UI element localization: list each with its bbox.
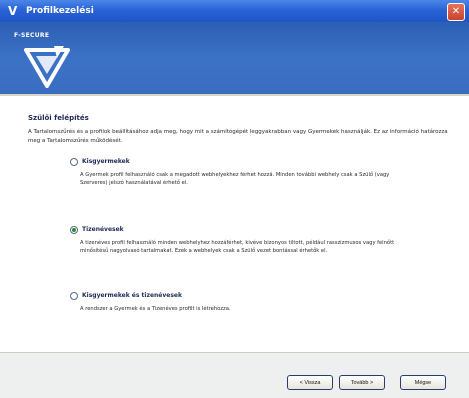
title-bar: V Profilkezelési ✕ — [0, 0, 469, 22]
back-button[interactable]: < Vissza — [287, 375, 333, 390]
option-label: Tizenévesek — [82, 226, 124, 233]
window-title: Profilkezelési — [26, 6, 94, 16]
intro-text: A Tartalomszűrés és a profilok beállítás… — [28, 129, 448, 144]
brand-logo-text: F-SECURE — [14, 32, 50, 39]
button-bar: < Vissza Tovább > Mégse — [0, 353, 469, 398]
setup-window: V Profilkezelési ✕ F-SECURE Szülői felép… — [0, 0, 469, 398]
close-button[interactable]: ✕ — [447, 3, 465, 21]
v-shield-logo-icon — [24, 46, 70, 88]
wizard-content: Szülői felépítés A Tartalomszűrés és a p… — [0, 96, 469, 352]
v-logo-icon: V — [8, 4, 18, 18]
option-label: Kisgyermekek és tizenévesek — [82, 292, 182, 299]
radio-kids-and-teens[interactable] — [70, 292, 78, 300]
radio-teens[interactable] — [70, 226, 78, 234]
page-heading: Szülői felépítés — [28, 114, 89, 122]
header-banner: F-SECURE — [0, 22, 469, 94]
radio-kids[interactable] — [70, 158, 78, 166]
next-button[interactable]: Tovább > — [339, 375, 385, 390]
option-description: A tizenéves profil felhasználó minden we… — [80, 240, 395, 254]
option-description: A rendszer a Gyermek és a Tizenéves prof… — [80, 306, 231, 312]
cancel-button[interactable]: Mégse — [400, 375, 446, 390]
option-label: Kisgyermekek — [82, 158, 130, 165]
option-description: A Gyermek profil felhasználó csak a mega… — [80, 172, 390, 186]
